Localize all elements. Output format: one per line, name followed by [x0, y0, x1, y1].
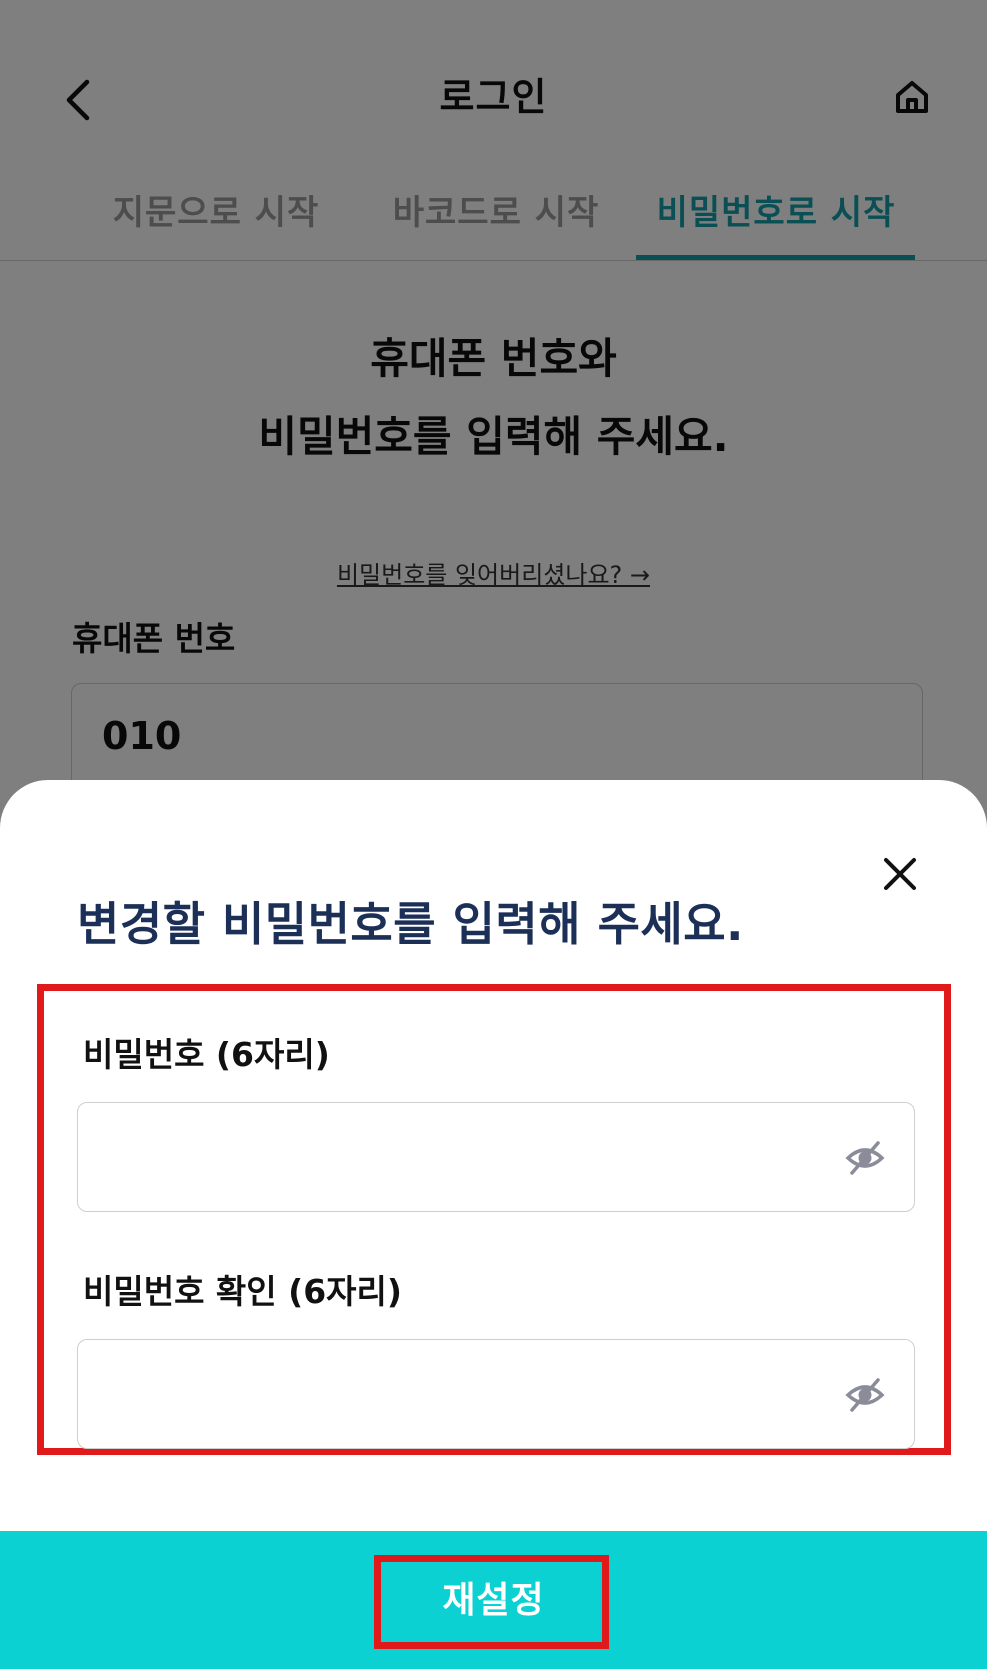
reset-button-label[interactable]: 재설정 [0, 1571, 987, 1623]
sheet-title: 변경할 비밀번호를 입력해 주세요. [77, 897, 744, 951]
confirm-password-field[interactable] [77, 1339, 915, 1449]
eye-off-icon [845, 1378, 885, 1412]
confirm-password-input[interactable] [78, 1340, 838, 1448]
reset-password-sheet: 변경할 비밀번호를 입력해 주세요. 비밀번호 (6자리) 비밀번호 확인 (6… [0, 780, 987, 1669]
password-field[interactable] [77, 1102, 915, 1212]
password-label: 비밀번호 (6자리) [83, 1035, 330, 1074]
confirm-password-label: 비밀번호 확인 (6자리) [83, 1272, 402, 1311]
toggle-confirm-visibility-button[interactable] [844, 1374, 886, 1416]
close-button[interactable] [876, 850, 924, 898]
eye-off-icon [845, 1141, 885, 1175]
toggle-password-visibility-button[interactable] [844, 1137, 886, 1179]
close-icon [884, 858, 916, 890]
page: 로그인 지문으로 시작 바코드로 시작 비밀번호로 시작 휴대폰 번호와 비밀번… [0, 0, 987, 1669]
password-input[interactable] [78, 1103, 838, 1211]
fields-highlight-box: 비밀번호 (6자리) 비밀번호 확인 (6자리) [37, 984, 951, 1455]
